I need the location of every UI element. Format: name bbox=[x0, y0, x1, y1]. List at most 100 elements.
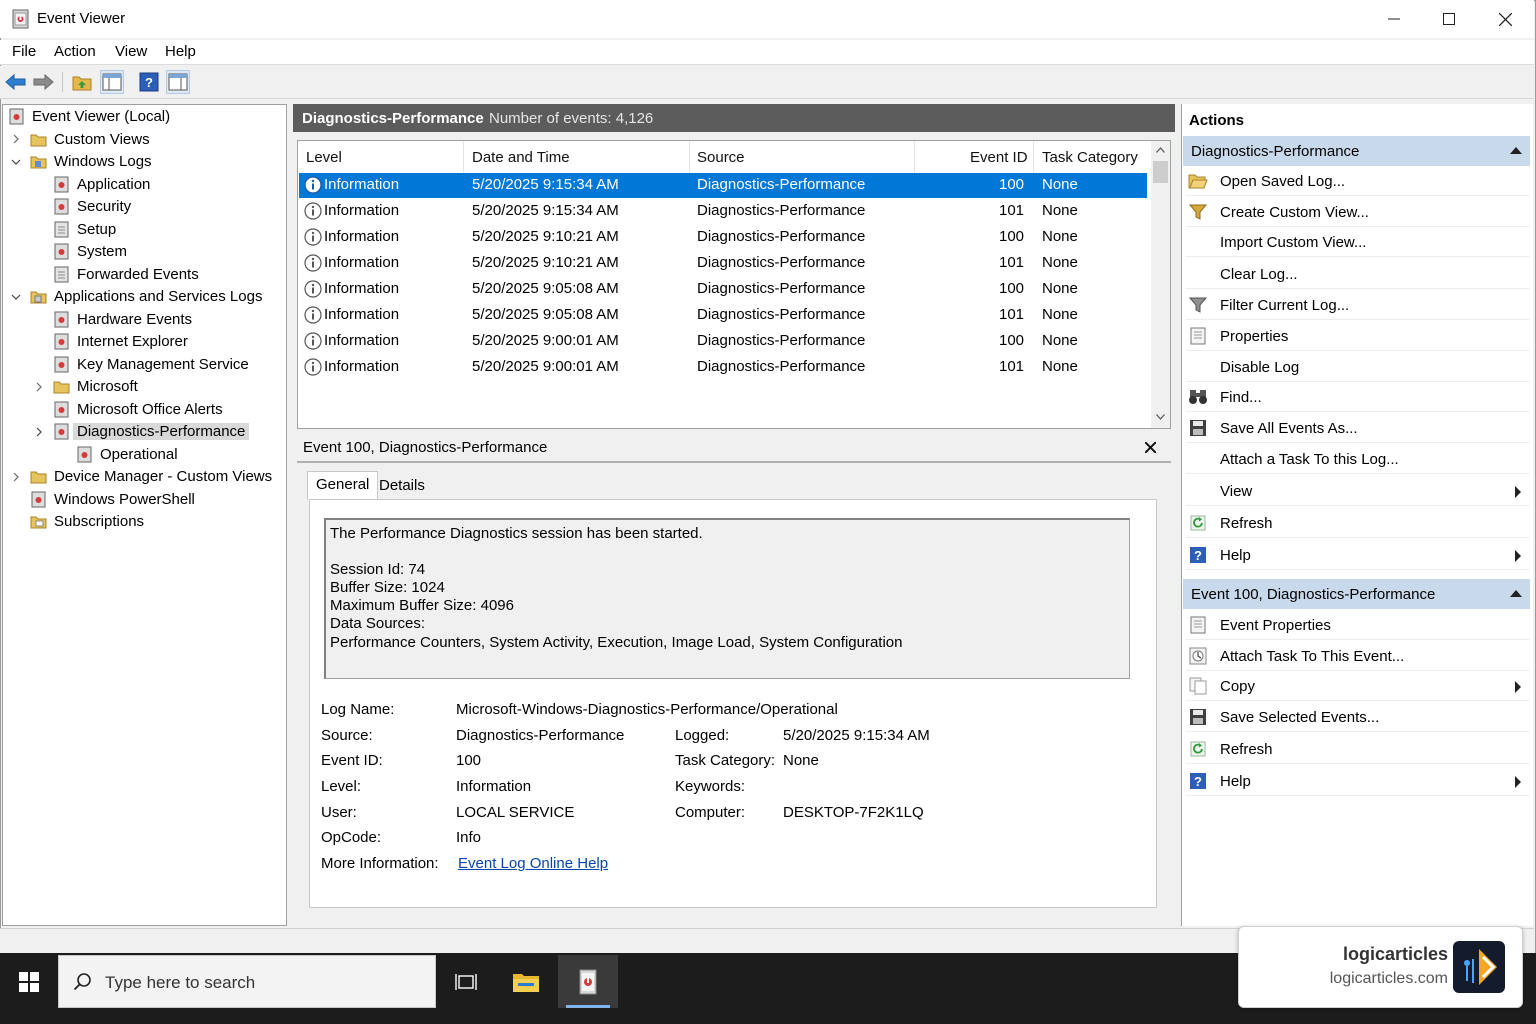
maximize-button[interactable] bbox=[1421, 0, 1477, 38]
action-help[interactable]: ? Help bbox=[1186, 541, 1530, 570]
tree-item-microsoft-office-alerts[interactable]: Microsoft Office Alerts bbox=[53, 399, 223, 420]
action-attach-task-to-event[interactable]: Attach Task To This Event... bbox=[1186, 642, 1530, 671]
chevron-right-icon[interactable] bbox=[11, 134, 21, 144]
tree-item-key-management-service[interactable]: Key Management Service bbox=[53, 354, 249, 375]
action-refresh[interactable]: Refresh bbox=[1186, 509, 1530, 538]
events-list[interactable]: Level Date and Time Source Event ID Task… bbox=[297, 140, 1171, 429]
column-header-event-id[interactable]: Event ID bbox=[970, 149, 1028, 166]
tree-item-subscriptions[interactable]: Subscriptions bbox=[30, 511, 144, 532]
action-clear-log[interactable]: Clear Log... bbox=[1186, 260, 1530, 289]
column-header-source[interactable]: Source bbox=[697, 149, 745, 166]
menu-file[interactable]: File bbox=[12, 43, 36, 60]
action-view[interactable]: View bbox=[1186, 477, 1530, 506]
table-row[interactable]: Information 5/20/2025 9:10:21 AM Diagnos… bbox=[299, 251, 1147, 276]
chevron-down-icon[interactable] bbox=[11, 157, 21, 167]
show-hide-console-tree-button[interactable] bbox=[100, 70, 124, 94]
up-folder-button[interactable] bbox=[70, 70, 94, 94]
tree-item-setup[interactable]: Setup bbox=[53, 219, 116, 240]
collapse-up-icon[interactable] bbox=[1510, 590, 1522, 597]
tree-item-security[interactable]: Security bbox=[53, 196, 131, 217]
tree-item-applications-and-services-logs[interactable]: Applications and Services Logs bbox=[30, 286, 262, 307]
chevron-down-icon[interactable] bbox=[11, 292, 21, 302]
back-button[interactable] bbox=[4, 70, 28, 94]
tree-item-operational[interactable]: Operational bbox=[76, 444, 178, 465]
column-separator[interactable] bbox=[689, 141, 690, 173]
action-open-saved-log[interactable]: Open Saved Log... bbox=[1186, 167, 1530, 196]
windows-logo-icon bbox=[18, 971, 39, 992]
close-detail-icon[interactable] bbox=[1145, 442, 1156, 453]
action-properties[interactable]: Properties bbox=[1186, 322, 1530, 351]
table-row[interactable]: Information 5/20/2025 9:05:08 AM Diagnos… bbox=[299, 277, 1147, 302]
tab-details[interactable]: Details bbox=[371, 473, 433, 499]
column-separator[interactable] bbox=[914, 141, 915, 173]
action-event-properties[interactable]: Event Properties bbox=[1186, 611, 1530, 640]
forward-arrow-icon bbox=[33, 73, 54, 91]
tree-item-windows-powershell[interactable]: Windows PowerShell bbox=[30, 489, 195, 510]
action-import-custom-view[interactable]: Import Custom View... bbox=[1186, 228, 1530, 257]
action-filter-current-log[interactable]: Filter Current Log... bbox=[1186, 291, 1530, 320]
table-row[interactable]: Information 5/20/2025 9:15:34 AM Diagnos… bbox=[299, 199, 1147, 224]
chevron-right-icon[interactable] bbox=[34, 382, 44, 392]
action-refresh-event[interactable]: Refresh bbox=[1186, 735, 1530, 764]
tree-item-event-viewer-local[interactable]: Event Viewer (Local) bbox=[8, 106, 170, 127]
event-viewer-taskbar-button[interactable] bbox=[558, 955, 618, 1008]
action-attach-task-to-log[interactable]: Attach a Task To this Log... bbox=[1186, 445, 1530, 474]
tree-item-forwarded-events[interactable]: Forwarded Events bbox=[53, 264, 199, 285]
column-header-level[interactable]: Level bbox=[306, 149, 342, 166]
actions-section-event[interactable]: Event 100, Diagnostics-Performance bbox=[1183, 579, 1530, 609]
taskbar-search-box[interactable]: Type here to search bbox=[58, 955, 436, 1008]
show-hide-action-pane-button[interactable] bbox=[166, 70, 190, 94]
tree-item-application[interactable]: Application bbox=[53, 174, 150, 195]
menu-help[interactable]: Help bbox=[165, 43, 196, 60]
tree-item-windows-logs[interactable]: Windows Logs bbox=[30, 151, 152, 172]
tree-item-device-manager-custom-views[interactable]: Device Manager - Custom Views bbox=[30, 466, 272, 487]
action-save-selected-events[interactable]: Save Selected Events... bbox=[1186, 703, 1530, 732]
chevron-right-icon[interactable] bbox=[11, 472, 21, 482]
tree-item-diagnostics-performance[interactable]: Diagnostics-Performance bbox=[53, 421, 250, 442]
scroll-down-icon[interactable] bbox=[1156, 414, 1165, 420]
action-label: Create Custom View... bbox=[1220, 203, 1369, 221]
task-view-button[interactable] bbox=[436, 955, 496, 1008]
actions-section-diagnostics-performance[interactable]: Diagnostics-Performance bbox=[1183, 136, 1530, 166]
action-save-all-events-as[interactable]: Save All Events As... bbox=[1186, 414, 1530, 443]
column-header-date-time[interactable]: Date and Time bbox=[472, 149, 570, 166]
menu-view[interactable]: View bbox=[115, 43, 147, 60]
table-row[interactable]: Information 5/20/2025 9:10:21 AM Diagnos… bbox=[299, 225, 1147, 250]
cell-level: Information bbox=[324, 228, 400, 245]
event-log-online-help-link[interactable]: Event Log Online Help bbox=[458, 855, 608, 872]
action-create-custom-view[interactable]: Create Custom View... bbox=[1186, 198, 1530, 227]
tree-item-system[interactable]: System bbox=[53, 241, 127, 262]
collapse-up-icon[interactable] bbox=[1510, 147, 1522, 154]
column-header-task-category[interactable]: Task Category bbox=[1042, 149, 1138, 166]
scroll-up-icon[interactable] bbox=[1156, 147, 1165, 153]
column-separator[interactable] bbox=[1033, 141, 1034, 173]
help-button[interactable]: ? bbox=[137, 70, 161, 94]
file-explorer-taskbar-button[interactable] bbox=[496, 955, 556, 1008]
tab-general[interactable]: General bbox=[307, 471, 379, 500]
events-list-scrollbar[interactable] bbox=[1151, 141, 1170, 428]
action-help-event[interactable]: ? Help bbox=[1186, 767, 1530, 796]
tree-item-internet-explorer[interactable]: Internet Explorer bbox=[53, 331, 188, 352]
event-viewer-icon bbox=[9, 108, 24, 125]
start-button[interactable] bbox=[0, 955, 57, 1008]
scroll-thumb[interactable] bbox=[1153, 161, 1168, 183]
forward-button[interactable] bbox=[31, 70, 55, 94]
column-separator[interactable] bbox=[463, 141, 464, 173]
action-disable-log[interactable]: Disable Log bbox=[1186, 353, 1530, 382]
label-event-id: Event ID: bbox=[321, 752, 383, 769]
table-row[interactable]: Information 5/20/2025 9:00:01 AM Diagnos… bbox=[299, 329, 1147, 354]
table-row[interactable]: Information 5/20/2025 9:05:08 AM Diagnos… bbox=[299, 303, 1147, 328]
minimize-button[interactable] bbox=[1366, 0, 1422, 38]
table-row[interactable]: Information 5/20/2025 9:15:34 AM Diagnos… bbox=[299, 173, 1147, 198]
event-message-box[interactable]: The Performance Diagnostics session has … bbox=[324, 518, 1130, 679]
table-row[interactable]: Information 5/20/2025 9:00:01 AM Diagnos… bbox=[299, 355, 1147, 380]
menu-action[interactable]: Action bbox=[54, 43, 96, 60]
close-window-button[interactable] bbox=[1477, 0, 1533, 38]
action-find[interactable]: Find... bbox=[1186, 383, 1530, 412]
tree-item-microsoft[interactable]: Microsoft bbox=[53, 376, 138, 397]
label-level: Level: bbox=[321, 778, 362, 795]
action-copy[interactable]: Copy bbox=[1186, 672, 1530, 701]
tree-item-custom-views[interactable]: Custom Views bbox=[30, 129, 150, 150]
tree-item-hardware-events[interactable]: Hardware Events bbox=[53, 309, 192, 330]
chevron-right-icon[interactable] bbox=[34, 427, 44, 437]
